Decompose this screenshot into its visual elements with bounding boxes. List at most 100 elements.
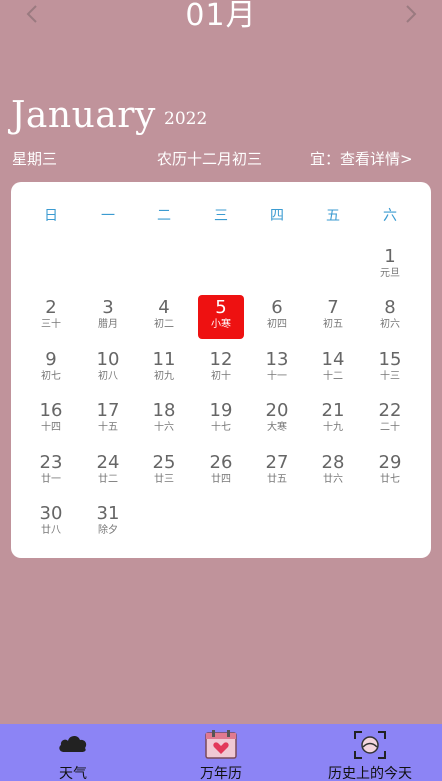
day-number: 20 <box>265 400 289 421</box>
day-number: 15 <box>378 349 402 370</box>
day-cell[interactable]: 21 十九 <box>310 398 356 442</box>
day-lunar-label: 初十 <box>211 371 231 382</box>
day-number: 3 <box>102 297 114 318</box>
day-lunar-label: 元旦 <box>380 268 400 279</box>
day-cell[interactable]: 4 初二 <box>141 295 187 339</box>
week-header-wed: 三 <box>214 208 228 224</box>
day-number: 5 <box>215 297 227 318</box>
day-number: 7 <box>327 297 339 318</box>
day-lunar-label: 初二 <box>154 319 174 330</box>
day-number: 2 <box>45 297 57 318</box>
bottom-nav: 天气 万年历 历史上的今天 <box>0 724 442 781</box>
day-lunar-label: 初五 <box>323 319 343 330</box>
week-header-sun: 日 <box>44 208 58 224</box>
day-number: 13 <box>265 349 289 370</box>
next-month-button[interactable] <box>401 2 421 26</box>
nav-calendar[interactable]: 万年历 <box>180 724 262 781</box>
year-label: 2022 <box>164 109 208 129</box>
day-number: 19 <box>209 400 233 421</box>
calendar-heart-icon <box>204 730 238 764</box>
day-lunar-label: 除夕 <box>98 525 118 536</box>
day-cell[interactable]: 11 初九 <box>141 347 187 391</box>
day-lunar-label: 初四 <box>267 319 287 330</box>
day-lunar-label: 十二 <box>323 371 343 382</box>
day-cell[interactable]: 15 十三 <box>367 347 413 391</box>
day-cell[interactable]: 30 廿八 <box>28 501 74 545</box>
day-lunar-label: 小寒 <box>211 319 231 330</box>
day-cell-today[interactable]: 5 小寒 <box>198 295 244 339</box>
day-number: 30 <box>39 503 63 524</box>
day-cell[interactable]: 29 廿七 <box>367 450 413 494</box>
week-header-mon: 一 <box>101 208 115 224</box>
day-lunar-label: 大寒 <box>267 422 287 433</box>
day-cell[interactable]: 2 三十 <box>28 295 74 339</box>
day-cell[interactable]: 18 十六 <box>141 398 187 442</box>
day-lunar-label: 初六 <box>380 319 400 330</box>
day-cell[interactable]: 26 廿四 <box>198 450 244 494</box>
day-lunar-label: 十一 <box>267 371 287 382</box>
day-lunar-label: 廿三 <box>154 474 174 485</box>
english-month: January <box>11 95 156 136</box>
day-lunar-label: 初九 <box>154 371 174 382</box>
day-number: 28 <box>321 452 345 473</box>
nav-calendar-label: 万年历 <box>200 766 242 781</box>
day-lunar-label: 十七 <box>211 422 231 433</box>
day-cell[interactable]: 10 初八 <box>85 347 131 391</box>
scan-frame-icon <box>353 730 387 764</box>
day-cell[interactable]: 27 廿五 <box>254 450 300 494</box>
day-cell[interactable]: 22 二十 <box>367 398 413 442</box>
day-lunar-label: 十四 <box>41 422 61 433</box>
day-number: 10 <box>96 349 120 370</box>
day-cell[interactable]: 12 初十 <box>198 347 244 391</box>
day-cell[interactable]: 7 初五 <box>310 295 356 339</box>
weekday-label: 星期三 <box>12 150 58 168</box>
day-lunar-label: 廿二 <box>98 474 118 485</box>
day-cell[interactable]: 1 元旦 <box>367 244 413 288</box>
day-number: 4 <box>158 297 170 318</box>
nav-weather[interactable]: 天气 <box>36 724 110 781</box>
nav-history-label: 历史上的今天 <box>328 766 412 781</box>
yi-details-link[interactable]: 宜：查看详情> <box>310 148 413 170</box>
day-cell[interactable]: 23 廿一 <box>28 450 74 494</box>
day-number: 17 <box>96 400 120 421</box>
day-cell[interactable]: 8 初六 <box>367 295 413 339</box>
day-cell[interactable]: 9 初七 <box>28 347 74 391</box>
day-cell[interactable]: 14 十二 <box>310 347 356 391</box>
day-cell[interactable]: 28 廿六 <box>310 450 356 494</box>
day-number: 26 <box>209 452 233 473</box>
day-cell[interactable]: 31 除夕 <box>85 501 131 545</box>
day-cell[interactable]: 3 腊月 <box>85 295 131 339</box>
day-number: 14 <box>321 349 345 370</box>
day-number: 11 <box>152 349 176 370</box>
day-lunar-label: 十三 <box>380 371 400 382</box>
day-cell[interactable]: 16 十四 <box>28 398 74 442</box>
day-number: 18 <box>152 400 176 421</box>
day-number: 29 <box>378 452 402 473</box>
day-number: 8 <box>384 297 396 318</box>
day-cell[interactable]: 13 十一 <box>254 347 300 391</box>
day-number: 25 <box>152 452 176 473</box>
cloud-icon <box>56 730 90 760</box>
day-cell[interactable]: 25 廿三 <box>141 450 187 494</box>
day-cell[interactable]: 17 十五 <box>85 398 131 442</box>
day-cell[interactable]: 6 初四 <box>254 295 300 339</box>
nav-history-today[interactable]: 历史上的今天 <box>310 724 430 781</box>
day-cell[interactable]: 24 廿二 <box>85 450 131 494</box>
day-lunar-label: 廿一 <box>41 474 61 485</box>
week-header-sat: 六 <box>383 208 397 224</box>
day-number: 22 <box>378 400 402 421</box>
day-cell[interactable]: 20 大寒 <box>254 398 300 442</box>
calendar-app: 01月 January 2022 星期三 农历十二月初三 宜：查看详情> 日 一… <box>0 0 442 781</box>
day-lunar-label: 廿五 <box>267 474 287 485</box>
month-title: 01月 <box>185 0 257 33</box>
day-cell[interactable]: 19 十七 <box>198 398 244 442</box>
day-number: 1 <box>384 246 396 267</box>
day-number: 16 <box>39 400 63 421</box>
day-number: 21 <box>321 400 345 421</box>
week-header-fri: 五 <box>326 208 340 224</box>
day-lunar-label: 十六 <box>154 422 174 433</box>
lunar-date-label: 农历十二月初三 <box>157 150 263 168</box>
day-number: 27 <box>265 452 289 473</box>
day-lunar-label: 十九 <box>323 422 343 433</box>
day-number: 6 <box>271 297 283 318</box>
